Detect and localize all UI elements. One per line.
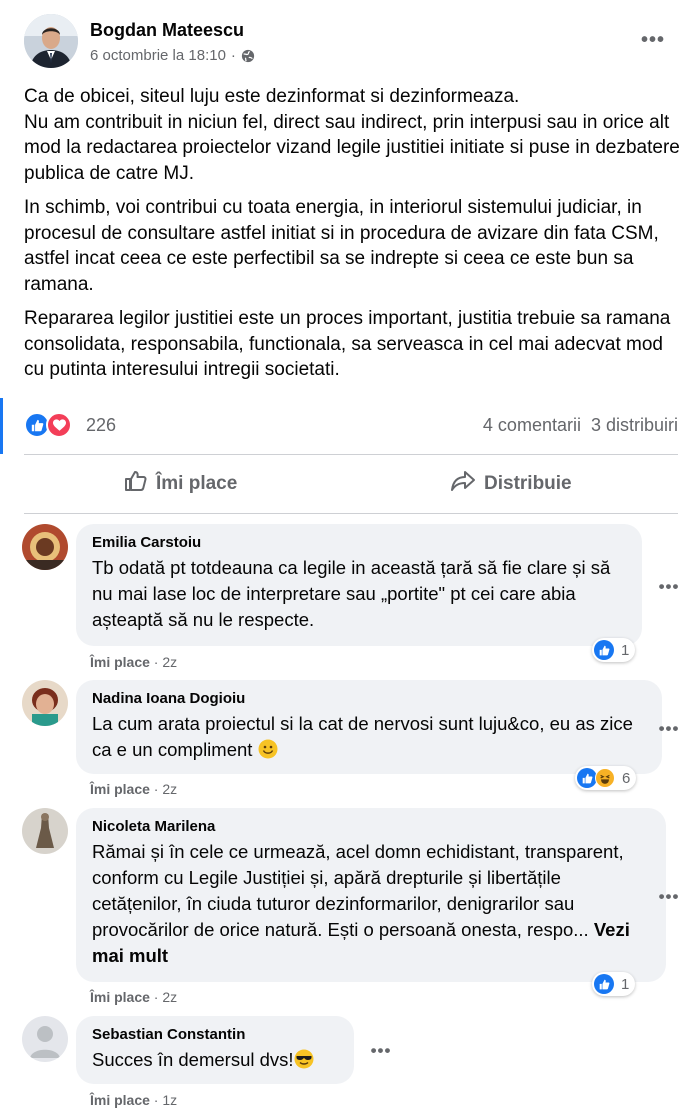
commenter-avatar[interactable] [22,524,68,570]
comment-footer: Îmi place · 1z [90,1092,178,1108]
commenter-name[interactable]: Nadina Ioana Dogioiu [92,690,646,707]
commenter-name[interactable]: Sebastian Constantin [92,1026,338,1043]
comment-bubble: Nicoleta Marilena Rămai și în cele ce ur… [76,808,666,982]
comment-text-content: Succes în demersul dvs! [92,1049,294,1070]
reaction-icons[interactable] [24,412,78,438]
commenter-avatar[interactable] [22,1016,68,1062]
comment-reaction-count: 1 [621,975,630,993]
comment-footer: Îmi place · 2z [90,989,178,1005]
commenter-avatar[interactable] [22,680,68,726]
comment-footer: Îmi place · 2z [90,781,178,797]
comment-reaction-count: 1 [621,641,630,659]
more-options-icon: ••• [658,718,680,738]
comment: Nicoleta Marilena Rămai și în cele ce ur… [22,808,682,1008]
comment-bubble: Nadina Ioana Dogioiu La cum arata proiec… [76,680,662,774]
post-date[interactable]: 6 octombrie la 18:10 [90,47,226,64]
comment-options-button[interactable]: ••• [654,718,684,738]
comment-bubble: Sebastian Constantin Succes în demersul … [76,1016,354,1084]
comment-time[interactable]: 2z [162,989,177,1005]
comment-text: Succes în demersul dvs! [92,1047,338,1073]
author-name[interactable]: Bogdan Mateescu [90,20,244,41]
more-options-icon: ••• [658,886,680,906]
comment-like-link[interactable]: Îmi place [90,781,150,797]
comment-like-link[interactable]: Îmi place [90,654,150,670]
post-meta: 6 octombrie la 18:10 · [90,47,255,64]
post-body: Ca de obicei, siteul luju este dezinform… [24,84,684,392]
comment-like-link[interactable]: Îmi place [90,989,150,1005]
post-paragraph: In schimb, voi contribui cu toata energi… [24,197,659,295]
comment-reactions[interactable]: 1 [592,638,636,662]
like-icon [594,974,614,994]
comments-shares-info: 4 comentarii 3 distribuiri [483,415,678,436]
comment-text-content: Rămai și în cele ce urmează, acel domn e… [92,841,624,940]
comment-time[interactable]: 2z [162,781,177,797]
comment-options-button[interactable]: ••• [366,1040,396,1060]
comment-like-link[interactable]: Îmi place [90,1092,150,1108]
like-button[interactable]: Îmi place [124,462,237,506]
love-reaction-icon [46,412,72,438]
haha-icon [595,768,615,788]
share-button[interactable]: Distribuie [450,462,572,506]
reaction-count[interactable]: 226 [86,415,116,436]
like-icon [594,640,614,660]
divider [24,454,678,455]
comment-text: La cum arata proiectul si la cat de nerv… [92,711,646,763]
comment-bubble: Emilia Carstoiu Tb odată pt totdeauna ca… [76,524,642,646]
post-actions: Îmi place Distribuie [24,462,678,506]
comment-reactions[interactable]: 1 [592,972,636,996]
thumbs-up-icon [124,469,148,499]
more-options-icon: ••• [658,576,680,596]
shares-count-link[interactable]: 3 distribuiri [591,415,678,435]
comments-count-link[interactable]: 4 comentarii [483,415,581,435]
share-button-label: Distribuie [484,473,572,494]
commenter-avatar[interactable] [22,808,68,854]
reactions-bar: 226 4 comentarii 3 distribuiri [24,410,684,440]
author-avatar[interactable] [24,14,78,68]
meta-separator: · [230,47,236,64]
comment: Emilia Carstoiu Tb odată pt totdeauna ca… [22,524,682,674]
commenter-name[interactable]: Emilia Carstoiu [92,534,626,551]
post-header: Bogdan Mateescu 6 octombrie la 18:10 · •… [24,14,680,70]
share-arrow-icon [450,470,476,498]
comment-reactions[interactable]: 6 [575,766,637,790]
more-options-icon: ••• [370,1040,392,1060]
comment-text-content: La cum arata proiectul si la cat de nerv… [92,713,633,760]
divider [24,513,678,514]
comment-options-button[interactable]: ••• [654,576,684,596]
comment-text: Rămai și în cele ce urmează, acel domn e… [92,839,650,969]
left-accent-bar [0,398,3,454]
comment-reaction-count: 6 [622,769,631,787]
comment-time[interactable]: 1z [162,1092,177,1108]
post-paragraph: Ca de obicei, siteul luju este dezinform… [24,86,680,184]
smile-emoji-icon [258,739,278,759]
comment: Sebastian Constantin Succes în demersul … [22,1016,682,1112]
sunglasses-emoji-icon [294,1049,314,1069]
more-options-icon: ••• [640,29,665,51]
comment-options-button[interactable]: ••• [654,886,684,906]
globe-icon [241,49,255,63]
like-button-label: Îmi place [156,473,238,494]
post-options-button[interactable]: ••• [638,30,668,50]
comment: Nadina Ioana Dogioiu La cum arata proiec… [22,680,682,804]
like-icon [577,768,597,788]
post-paragraph: Repararea legilor justitiei este un proc… [24,308,671,380]
commenter-name[interactable]: Nicoleta Marilena [92,818,650,835]
comment-text: Tb odată pt totdeauna ca legile in aceas… [92,557,611,630]
comment-footer: Îmi place · 2z [90,654,178,670]
comment-time[interactable]: 2z [162,654,177,670]
